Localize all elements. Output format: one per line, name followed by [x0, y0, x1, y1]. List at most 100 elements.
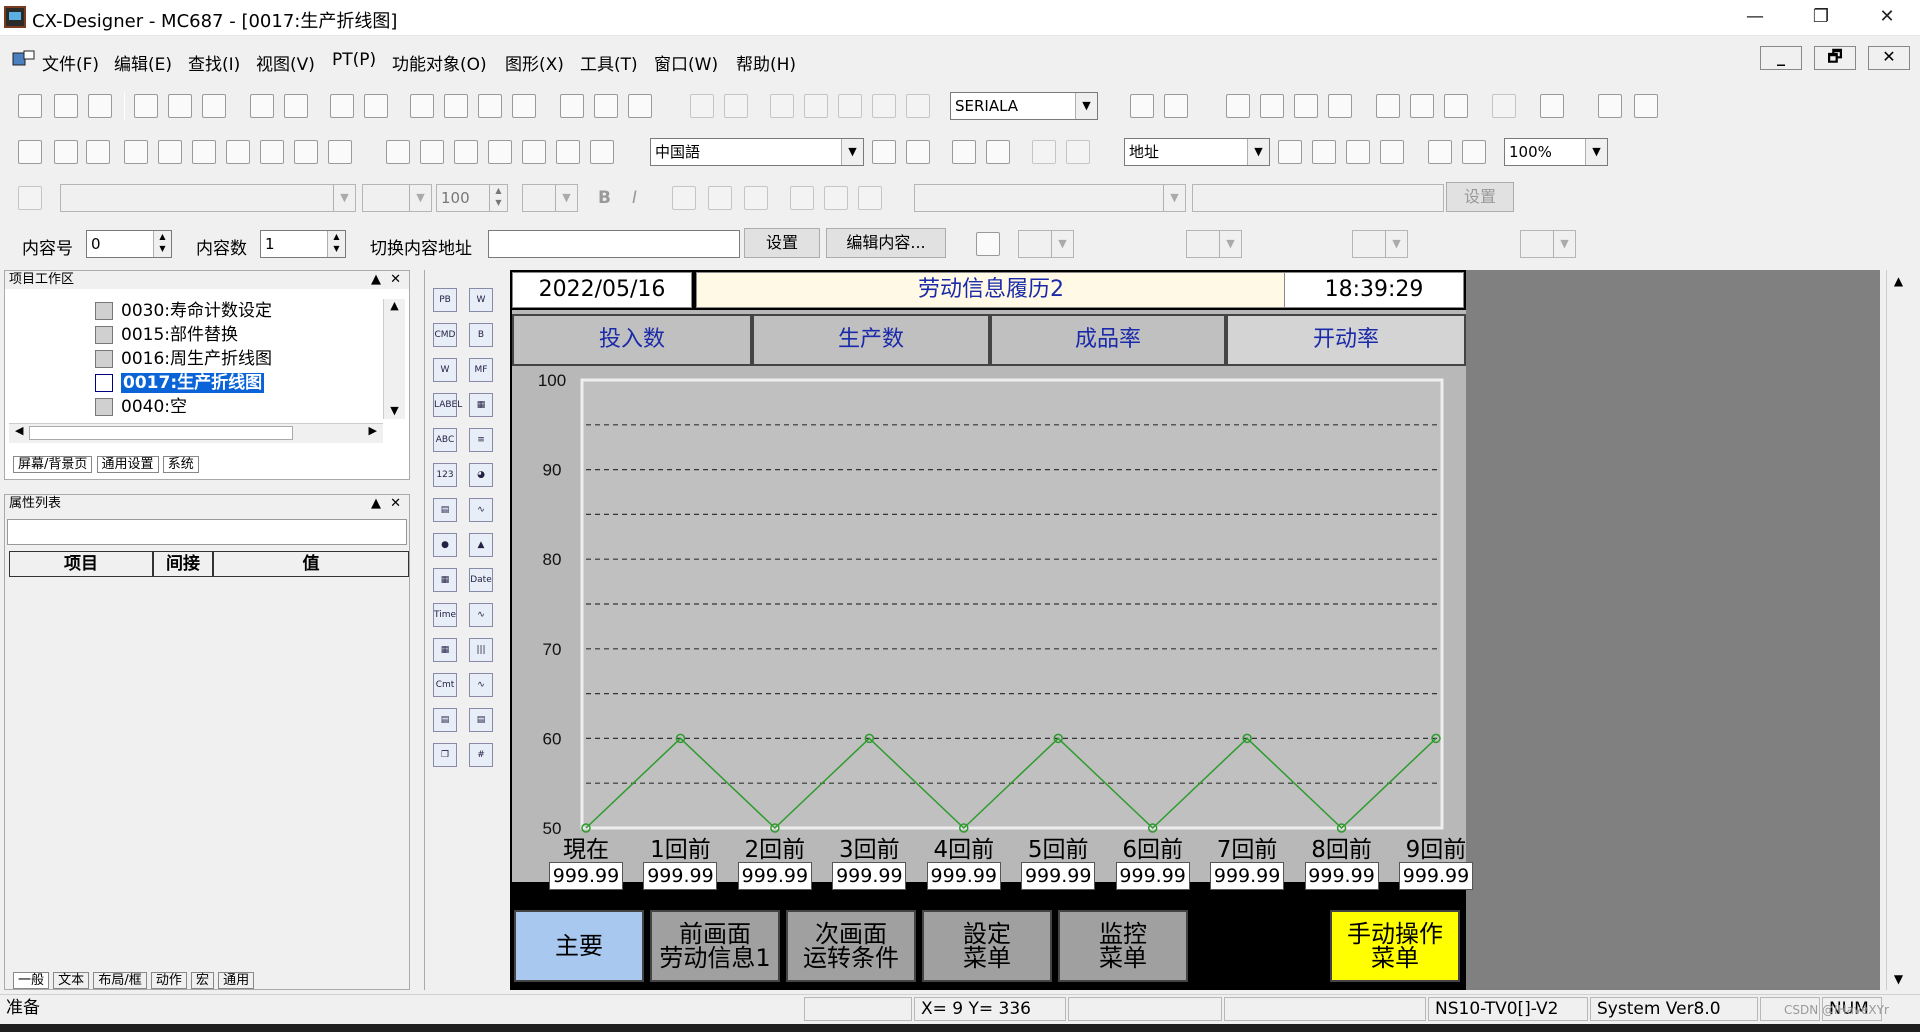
align-right-icon[interactable]: [744, 186, 768, 210]
simulate-icon[interactable]: [1260, 94, 1284, 118]
mdi-close-button[interactable]: ✕: [1868, 46, 1910, 70]
port-select[interactable]: SERIALA ▼: [950, 92, 1098, 120]
book-icon[interactable]: [1598, 94, 1622, 118]
value-display[interactable]: 999.99: [832, 862, 907, 890]
csv-import-icon[interactable]: [330, 94, 354, 118]
table-mode-icon[interactable]: [86, 140, 110, 164]
nav-button[interactable]: 监控 菜单: [1058, 910, 1188, 982]
eraser-icon[interactable]: [328, 140, 352, 164]
page-next-icon[interactable]: [986, 140, 1010, 164]
chart-tab[interactable]: 生产数: [752, 314, 990, 366]
list-icon[interactable]: [1540, 94, 1564, 118]
print-preview-icon[interactable]: [594, 94, 618, 118]
value-display[interactable]: 999.99: [643, 862, 718, 890]
tab-system[interactable]: 系统: [162, 456, 199, 473]
tree-item[interactable]: 0015:部件替换: [95, 323, 272, 347]
id-icon[interactable]: [1312, 140, 1336, 164]
help-icon[interactable]: [1634, 94, 1658, 118]
label-prev-icon[interactable]: [872, 140, 896, 164]
rectangle-icon[interactable]: [386, 140, 410, 164]
dark-block-icon[interactable]: [1428, 140, 1452, 164]
folder-icon[interactable]: [1444, 94, 1468, 118]
value-display[interactable]: 999.99: [1115, 862, 1190, 890]
color-select-3[interactable]: ▼: [1352, 230, 1408, 258]
palette-tool-icon[interactable]: ∿: [469, 673, 493, 697]
tree-item[interactable]: 0016:周生产折线图: [95, 347, 272, 371]
tab-general[interactable]: 一般: [13, 972, 50, 989]
edit-icon[interactable]: [250, 94, 274, 118]
value-display[interactable]: 999.99: [1021, 862, 1096, 890]
new-project-icon[interactable]: [18, 94, 42, 118]
bold-button[interactable]: B: [598, 188, 611, 208]
palette-tool-icon[interactable]: W: [433, 358, 457, 382]
test-icon[interactable]: [1294, 94, 1318, 118]
time-display[interactable]: 18:39:29: [1284, 272, 1464, 308]
scroll-down-icon[interactable]: ▼: [384, 404, 405, 417]
align-left-icon[interactable]: [672, 186, 696, 210]
tree-vscrollbar[interactable]: ▲ ▼: [383, 299, 405, 419]
frame-prev-icon[interactable]: [1032, 140, 1056, 164]
italic-button[interactable]: I: [632, 188, 637, 208]
switch-address-input[interactable]: [488, 230, 740, 258]
pdf-icon[interactable]: [1492, 94, 1516, 118]
panel-close-icon[interactable]: ✕: [390, 495, 401, 513]
transfer-from-icon[interactable]: [478, 94, 502, 118]
tab-layout-frame[interactable]: 布局/框: [93, 972, 147, 989]
value-display[interactable]: 999.99: [1210, 862, 1285, 890]
palette-tool-icon[interactable]: ▲: [469, 533, 493, 557]
palette-tool-icon[interactable]: Time: [433, 603, 457, 627]
palette-tool-icon[interactable]: #: [469, 743, 493, 767]
compare-icon[interactable]: [512, 94, 536, 118]
tree-item[interactable]: 0030:寿命计数设定: [95, 299, 272, 323]
dark-block-2-icon[interactable]: [1462, 140, 1486, 164]
circle-icon[interactable]: [420, 140, 444, 164]
menu-window[interactable]: 窗口(W): [654, 50, 718, 75]
chart-tab[interactable]: 开动率: [1226, 314, 1466, 366]
property-filter-input[interactable]: [7, 519, 407, 545]
align-middle-icon[interactable]: [824, 186, 848, 210]
spin-arrows-icon[interactable]: ▲ ▼: [327, 231, 345, 257]
check-icon[interactable]: [1226, 94, 1250, 118]
palette-tool-icon[interactable]: Date: [469, 568, 493, 592]
line-icon[interactable]: [454, 140, 478, 164]
palette-tool-icon[interactable]: ▦: [433, 568, 457, 592]
set-button-disabled[interactable]: 设置: [1446, 182, 1514, 212]
tree-item[interactable]: 0017:生产折线图: [95, 371, 272, 395]
content-count-spinner[interactable]: 1 ▲ ▼: [260, 230, 346, 258]
content-no-spinner[interactable]: 0 ▲ ▼: [86, 230, 172, 258]
nav-button[interactable]: 手动操作 菜单: [1330, 910, 1460, 982]
color-select-2[interactable]: ▼: [1186, 230, 1242, 258]
scroll-down-icon[interactable]: ▼: [1887, 972, 1910, 986]
layer-2-icon[interactable]: [158, 140, 182, 164]
layer-icon[interactable]: [124, 140, 148, 164]
font-size-spinner[interactable]: 100 ▲ ▼: [436, 184, 508, 212]
zoom-select[interactable]: 100% ▼: [1504, 138, 1608, 166]
lamp-icon[interactable]: [1346, 140, 1370, 164]
palette-tool-icon[interactable]: ▦: [469, 393, 493, 417]
spin-arrows-icon[interactable]: ▲ ▼: [153, 231, 171, 257]
menu-pt[interactable]: PT(P): [332, 50, 376, 70]
palette-tool-icon[interactable]: PB: [433, 288, 457, 312]
save-all-icon[interactable]: [88, 94, 112, 118]
adr-icon[interactable]: [1278, 140, 1302, 164]
palette-tool-icon[interactable]: |||: [469, 638, 493, 662]
color-select-4[interactable]: ▼: [1520, 230, 1576, 258]
delete-icon[interactable]: [872, 94, 896, 118]
grid-icon[interactable]: [906, 94, 930, 118]
brush-icon[interactable]: [976, 232, 1000, 256]
open-icon[interactable]: [168, 94, 192, 118]
palette-tool-icon[interactable]: ∿: [469, 603, 493, 627]
scroll-thumb[interactable]: [29, 426, 293, 440]
chart-tab[interactable]: 成品率: [990, 314, 1226, 366]
menu-help[interactable]: 帮助(H): [736, 50, 796, 75]
brush-icon[interactable]: [18, 186, 42, 210]
content-set-button[interactable]: 设置: [744, 228, 820, 258]
tab-macro[interactable]: 宏: [191, 972, 215, 989]
menu-edit[interactable]: 编辑(E): [114, 50, 172, 75]
palette-tool-icon[interactable]: B: [469, 323, 493, 347]
replace-icon[interactable]: [1164, 94, 1188, 118]
panel-close-icon[interactable]: ✕: [390, 271, 401, 289]
tab-action[interactable]: 动作: [150, 972, 187, 989]
align-top-icon[interactable]: [790, 186, 814, 210]
tree-item[interactable]: 0040:空: [95, 395, 272, 419]
